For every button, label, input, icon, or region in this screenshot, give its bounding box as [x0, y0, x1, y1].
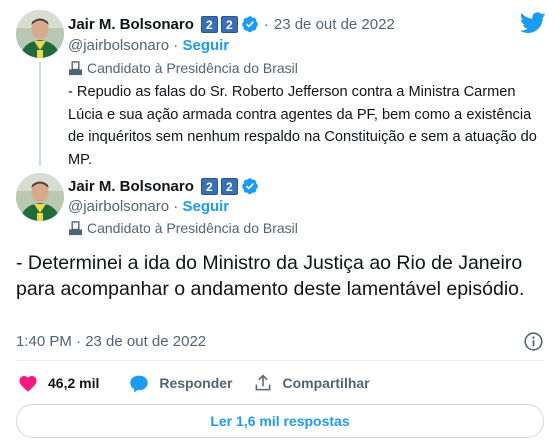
account-label: Candidato à Presidência do Brasil	[68, 59, 298, 77]
badge-number: 2	[220, 177, 238, 195]
heart-icon	[19, 375, 37, 392]
like-button[interactable]: 46,2 mil	[18, 374, 99, 392]
speech-bubble-icon	[130, 375, 149, 392]
main-handle-line: @jairbolsonaro · Seguir	[68, 198, 229, 216]
avatar[interactable]	[16, 10, 64, 58]
share-icon	[255, 374, 270, 391]
verified-badge-icon	[241, 16, 258, 33]
author-name[interactable]: Jair M. Bolsonaro	[68, 178, 194, 195]
reply-label: Responder	[159, 375, 233, 391]
share-label: Compartilhar	[282, 375, 370, 391]
tweet-date[interactable]: 23 de out de 2022	[274, 16, 395, 33]
likes-count: 46,2 mil	[48, 375, 100, 391]
info-icon[interactable]	[523, 331, 544, 352]
account-label: Candidato à Presidência do Brasil	[68, 219, 298, 237]
share-button[interactable]: Compartilhar	[253, 373, 370, 393]
handle-separator: ·	[169, 198, 183, 215]
divider	[16, 360, 544, 361]
government-ballot-icon	[68, 220, 83, 235]
author-handle[interactable]: @jairbolsonaro	[68, 37, 169, 54]
follow-button[interactable]: Seguir	[182, 37, 229, 54]
government-ballot-icon	[68, 60, 83, 75]
reply-button[interactable]: Responder	[129, 374, 233, 393]
tweet-timestamp[interactable]: 1:40 PM · 23 de out de 2022	[16, 333, 206, 350]
main-tweet-header: Jair M. Bolsonaro 2 2	[68, 176, 259, 196]
account-label-text: Candidato à Presidência do Brasil	[87, 60, 298, 76]
account-label-text: Candidato à Presidência do Brasil	[87, 220, 298, 236]
badge-number: 2	[200, 15, 218, 33]
separator: ·	[263, 15, 269, 33]
verified-badge-icon	[241, 178, 258, 195]
author-handle[interactable]: @jairbolsonaro	[68, 198, 169, 215]
twitter-bird-icon[interactable]	[520, 12, 546, 34]
main-tweet-text: - Determinei a ida do Ministro da Justiç…	[16, 252, 525, 300]
action-bar: 46,2 mil Responder Compartilhar	[18, 372, 390, 394]
handle-separator: ·	[169, 37, 183, 54]
badge-number: 2	[220, 15, 238, 33]
quoted-tweet-header: Jair M. Bolsonaro 2 2 · 23 de out de 202…	[68, 14, 395, 34]
avatar[interactable]	[16, 173, 64, 221]
thread-connector	[39, 62, 41, 166]
quoted-handle-line: @jairbolsonaro · Seguir	[68, 37, 229, 55]
read-replies-button[interactable]: Ler 1,6 mil respostas	[16, 404, 544, 438]
author-name[interactable]: Jair M. Bolsonaro	[68, 16, 194, 33]
follow-button[interactable]: Seguir	[182, 198, 229, 215]
badge-number: 2	[200, 177, 218, 195]
quoted-tweet-text: - Repudio as falas do Sr. Roberto Jeffer…	[68, 84, 537, 168]
